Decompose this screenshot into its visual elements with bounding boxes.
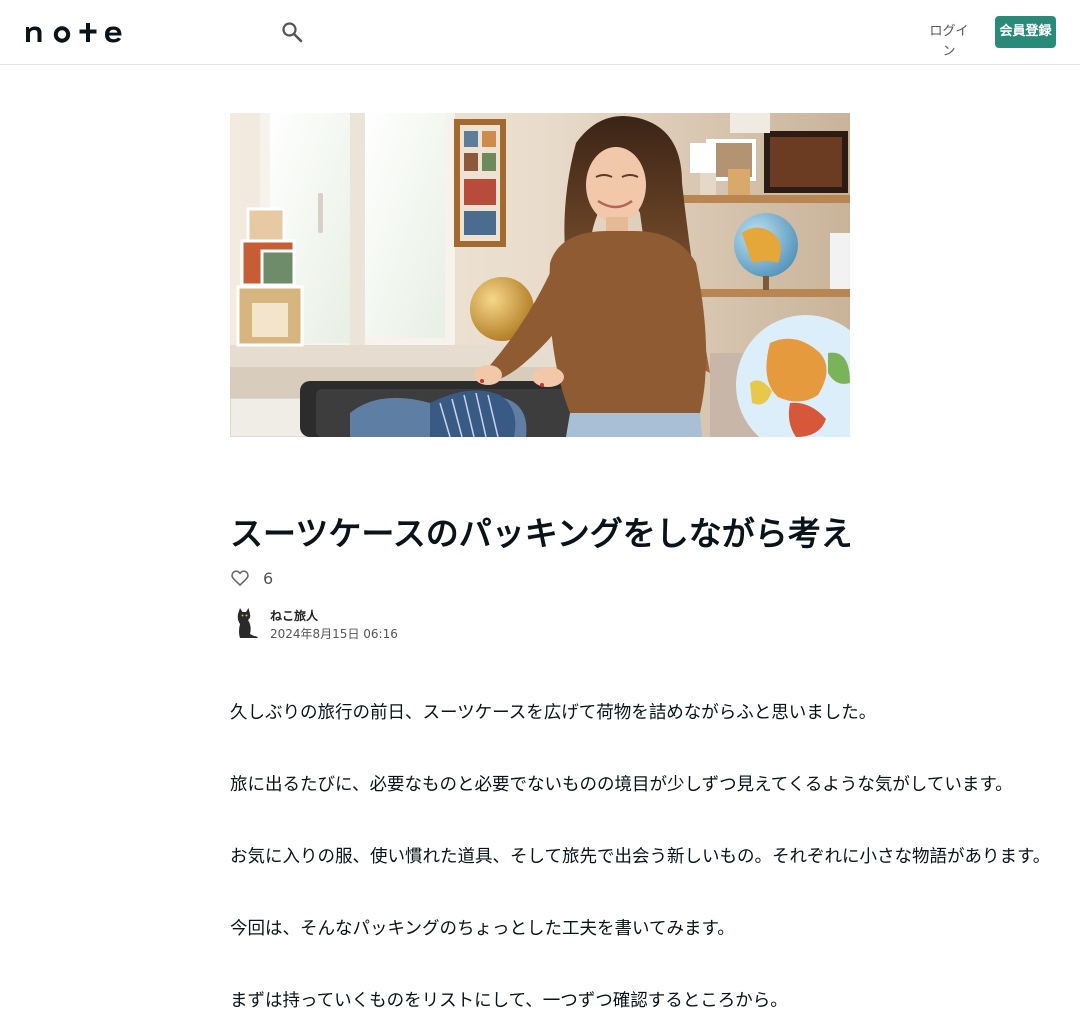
signup-button[interactable]: 会員登録 [995, 16, 1056, 48]
avatar[interactable] [230, 606, 260, 640]
article-hero-image [230, 113, 850, 437]
article-title: スーツケースのパッキングをしながら考えた、旅と暮らしのちいさな工夫 [230, 514, 850, 553]
author-name[interactable]: ねこ旅人 [270, 608, 318, 624]
post-date: 2024年8月15日 06:16 [270, 627, 398, 641]
like-row: 6 [230, 566, 273, 590]
like-count: 6 [263, 568, 274, 588]
body-paragraph: 今回は、そんなパッキングのちょっとした工夫を書いてみます。 [230, 919, 735, 939]
author-block: ねこ旅人 2024年8月15日 06:16 [230, 604, 530, 644]
note-logo[interactable] [24, 18, 124, 46]
body-paragraph: 旅に出るたびに、必要なものと必要でないものの境目が少しずつ見えてくるような気がし… [230, 775, 1013, 795]
body-paragraph: 久しぶりの旅行の前日、スーツケースを広げて荷物を詰めながらふと思いました。 [230, 703, 877, 723]
login-link[interactable]: ログイン [926, 22, 972, 59]
body-paragraph: まずは持っていくものをリストにして、一つずつ確認するところから。 [230, 991, 788, 1011]
site-header: ログイン 会員登録 [0, 0, 1080, 65]
body-paragraph: お気に入りの服、使い慣れた道具、そして旅先で出会う新しいもの。それぞれに小さな物… [230, 847, 1051, 867]
heart-icon[interactable] [230, 568, 250, 588]
search-icon[interactable] [280, 20, 304, 44]
